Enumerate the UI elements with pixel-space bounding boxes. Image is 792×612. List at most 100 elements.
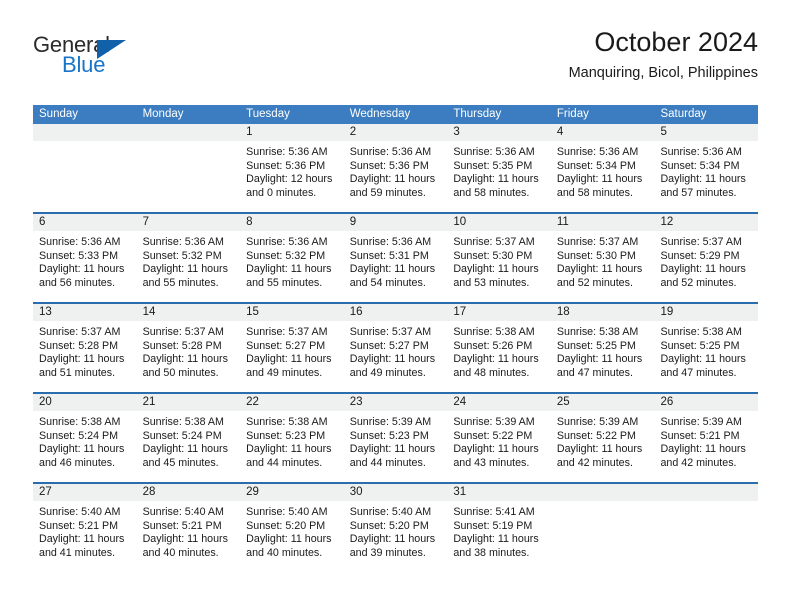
day-details xyxy=(33,141,137,146)
day-details: Sunrise: 5:40 AM Sunset: 5:21 PM Daylight:… xyxy=(33,501,137,560)
day-cell-20[interactable]: 20 Sunrise: 5:38 AM Sunset: 5:24 PM Dayligh… xyxy=(33,394,137,482)
calendar-week-row: 27 Sunrise: 5:40 AM Sunset: 5:21 PM Dayligh… xyxy=(33,482,759,572)
day-detail-line: Sunrise: 5:36 AM xyxy=(246,146,328,158)
general-blue-logo[interactable]: General Blue xyxy=(33,34,213,86)
day-details xyxy=(137,141,241,146)
day-cell-27[interactable]: 27 Sunrise: 5:40 AM Sunset: 5:21 PM Dayligh… xyxy=(33,484,137,572)
day-detail-line: Sunset: 5:34 PM xyxy=(660,159,740,172)
day-cell-7[interactable]: 7 Sunrise: 5:36 AM Sunset: 5:32 PM Daylight… xyxy=(136,214,241,302)
day-cell-25[interactable]: 25 Sunrise: 5:39 AM Sunset: 5:22 PM Dayligh… xyxy=(550,394,655,482)
day-cell-28[interactable]: 28 Sunrise: 5:40 AM Sunset: 5:21 PM Dayligh… xyxy=(136,484,241,572)
day-cell-23[interactable]: 23 Sunrise: 5:39 AM Sunset: 5:23 PM Dayligh… xyxy=(343,394,448,482)
day-cell-26[interactable]: 26 Sunrise: 5:39 AM Sunset: 5:21 PM Dayligh… xyxy=(654,394,759,482)
day-detail-line: and 58 minutes. xyxy=(556,186,633,199)
day-details: Sunrise: 5:40 AM Sunset: 5:21 PM Daylight:… xyxy=(137,501,241,560)
day-number: 18 xyxy=(550,304,655,321)
day-details: Sunrise: 5:38 AM Sunset: 5:24 PM Daylight:… xyxy=(137,411,241,470)
day-cell-9[interactable]: 9 Sunrise: 5:36 AM Sunset: 5:31 PM Daylight… xyxy=(343,214,448,302)
calendar-week-row: 13 Sunrise: 5:37 AM Sunset: 5:28 PM Dayligh… xyxy=(33,302,759,392)
day-detail-line: Sunrise: 5:37 AM xyxy=(39,326,121,338)
day-cell-12[interactable]: 12 Sunrise: 5:37 AM Sunset: 5:29 PM Dayligh… xyxy=(654,214,759,302)
day-details: Sunrise: 5:39 AM Sunset: 5:21 PM Daylight:… xyxy=(654,411,758,470)
day-detail-line: Daylight: 11 hours xyxy=(246,263,332,276)
day-details: Sunrise: 5:36 AM Sunset: 5:33 PM Daylight:… xyxy=(33,231,137,290)
day-detail-line: Sunset: 5:36 PM xyxy=(246,159,326,172)
calendar-week-row: 20 Sunrise: 5:38 AM Sunset: 5:24 PM Dayligh… xyxy=(33,392,759,482)
day-detail-line: Sunrise: 5:37 AM xyxy=(556,236,639,248)
day-number: 9 xyxy=(343,214,448,231)
day-detail-line: and 40 minutes. xyxy=(246,546,323,559)
day-details: Sunrise: 5:40 AM Sunset: 5:20 PM Daylight:… xyxy=(240,501,344,560)
day-number: 6 xyxy=(33,214,137,231)
day-cell-11[interactable]: 11 Sunrise: 5:37 AM Sunset: 5:30 PM Dayligh… xyxy=(550,214,655,302)
day-cell-17[interactable]: 17 Sunrise: 5:38 AM Sunset: 5:26 PM Dayligh… xyxy=(447,304,551,392)
day-cell-22[interactable]: 22 Sunrise: 5:38 AM Sunset: 5:23 PM Dayligh… xyxy=(240,394,344,482)
day-details: Sunrise: 5:37 AM Sunset: 5:30 PM Daylight:… xyxy=(551,231,655,290)
day-cell-10[interactable]: 10 Sunrise: 5:37 AM Sunset: 5:30 PM Dayligh… xyxy=(447,214,551,302)
day-number: 31 xyxy=(447,484,551,501)
day-cell-18[interactable]: 18 Sunrise: 5:38 AM Sunset: 5:25 PM Dayligh… xyxy=(550,304,655,392)
day-number: 2 xyxy=(343,124,448,141)
day-number: 12 xyxy=(654,214,759,231)
day-details: Sunrise: 5:37 AM Sunset: 5:28 PM Daylight:… xyxy=(137,321,241,380)
day-cell-6[interactable]: 6 Sunrise: 5:36 AM Sunset: 5:33 PM Daylight… xyxy=(33,214,137,302)
day-cell-4[interactable]: 4 Sunrise: 5:36 AM Sunset: 5:34 PM Daylight… xyxy=(550,124,655,212)
day-cell-31[interactable]: 31 Sunrise: 5:41 AM Sunset: 5:19 PM Dayligh… xyxy=(447,484,551,572)
day-number: 23 xyxy=(343,394,448,411)
day-detail-line: Daylight: 11 hours xyxy=(453,443,539,456)
day-cell-21[interactable]: 21 Sunrise: 5:38 AM Sunset: 5:24 PM Dayligh… xyxy=(136,394,241,482)
day-detail-line: Daylight: 11 hours xyxy=(453,533,539,546)
day-details: Sunrise: 5:37 AM Sunset: 5:30 PM Daylight:… xyxy=(447,231,551,290)
day-cell-2[interactable]: 2 Sunrise: 5:36 AM Sunset: 5:36 PM Daylight… xyxy=(343,124,448,212)
day-detail-line: Daylight: 11 hours xyxy=(556,353,643,366)
day-details: Sunrise: 5:37 AM Sunset: 5:29 PM Daylight:… xyxy=(654,231,758,290)
calendar-week-row: 1 Sunrise: 5:36 AM Sunset: 5:36 PM Daylight… xyxy=(33,124,759,212)
day-detail-line: Sunset: 5:32 PM xyxy=(142,249,222,262)
day-detail-line: and 42 minutes. xyxy=(556,456,633,469)
day-details: Sunrise: 5:37 AM Sunset: 5:27 PM Daylight:… xyxy=(344,321,448,380)
day-cell-13[interactable]: 13 Sunrise: 5:37 AM Sunset: 5:28 PM Dayligh… xyxy=(33,304,137,392)
day-detail-line: Sunset: 5:32 PM xyxy=(246,249,326,262)
day-detail-line: Daylight: 11 hours xyxy=(349,353,436,366)
day-detail-line: and 44 minutes. xyxy=(349,456,426,469)
weekday-header-wednesday: Wednesday xyxy=(349,108,411,120)
day-number: 4 xyxy=(550,124,655,141)
weekday-header-thursday: Thursday xyxy=(453,108,502,120)
day-cell-3[interactable]: 3 Sunrise: 5:36 AM Sunset: 5:35 PM Daylight… xyxy=(447,124,551,212)
day-detail-line: and 39 minutes. xyxy=(349,546,426,559)
day-cell-14[interactable]: 14 Sunrise: 5:37 AM Sunset: 5:28 PM Dayligh… xyxy=(136,304,241,392)
day-number: 17 xyxy=(447,304,551,321)
day-detail-line: and 53 minutes. xyxy=(453,276,530,289)
day-cell-24[interactable]: 24 Sunrise: 5:39 AM Sunset: 5:22 PM Dayligh… xyxy=(447,394,551,482)
day-details: Sunrise: 5:36 AM Sunset: 5:32 PM Daylight:… xyxy=(240,231,344,290)
day-detail-line: Sunset: 5:22 PM xyxy=(453,429,533,442)
day-detail-line: and 49 minutes. xyxy=(349,366,426,379)
day-number: 25 xyxy=(550,394,655,411)
day-details: Sunrise: 5:38 AM Sunset: 5:25 PM Daylight:… xyxy=(551,321,655,380)
day-detail-line: Sunset: 5:21 PM xyxy=(39,519,119,532)
day-detail-line: Sunset: 5:27 PM xyxy=(246,339,326,352)
day-detail-line: and 59 minutes. xyxy=(349,186,426,199)
day-cell-19[interactable]: 19 Sunrise: 5:38 AM Sunset: 5:25 PM Dayligh… xyxy=(654,304,759,392)
day-cell-1[interactable]: 1 Sunrise: 5:36 AM Sunset: 5:36 PM Daylight… xyxy=(240,124,344,212)
day-cell-15[interactable]: 15 Sunrise: 5:37 AM Sunset: 5:27 PM Dayligh… xyxy=(240,304,344,392)
day-detail-line: Sunset: 5:28 PM xyxy=(142,339,222,352)
week-cells: 27 Sunrise: 5:40 AM Sunset: 5:21 PM Dayligh… xyxy=(33,484,759,572)
day-detail-line: Daylight: 11 hours xyxy=(39,353,125,366)
day-detail-line: Sunrise: 5:38 AM xyxy=(39,416,121,428)
day-cell-5[interactable]: 5 Sunrise: 5:36 AM Sunset: 5:34 PM Daylight… xyxy=(654,124,759,212)
day-cell-empty xyxy=(550,484,655,572)
day-detail-line: Sunset: 5:21 PM xyxy=(660,429,740,442)
day-detail-line: Sunrise: 5:36 AM xyxy=(246,236,328,248)
day-number: 19 xyxy=(654,304,759,321)
day-cell-30[interactable]: 30 Sunrise: 5:40 AM Sunset: 5:20 PM Dayligh… xyxy=(343,484,448,572)
day-cell-29[interactable]: 29 Sunrise: 5:40 AM Sunset: 5:20 PM Dayligh… xyxy=(240,484,344,572)
day-details: Sunrise: 5:36 AM Sunset: 5:34 PM Daylight:… xyxy=(654,141,758,200)
day-cell-16[interactable]: 16 Sunrise: 5:37 AM Sunset: 5:27 PM Dayligh… xyxy=(343,304,448,392)
day-detail-line: and 38 minutes. xyxy=(453,546,530,559)
day-detail-line: Daylight: 11 hours xyxy=(660,173,746,186)
day-cell-8[interactable]: 8 Sunrise: 5:36 AM Sunset: 5:32 PM Daylight… xyxy=(240,214,344,302)
day-detail-line: Daylight: 11 hours xyxy=(556,443,643,456)
day-detail-line: and 0 minutes. xyxy=(246,186,317,199)
day-detail-line: Sunrise: 5:36 AM xyxy=(142,236,224,248)
